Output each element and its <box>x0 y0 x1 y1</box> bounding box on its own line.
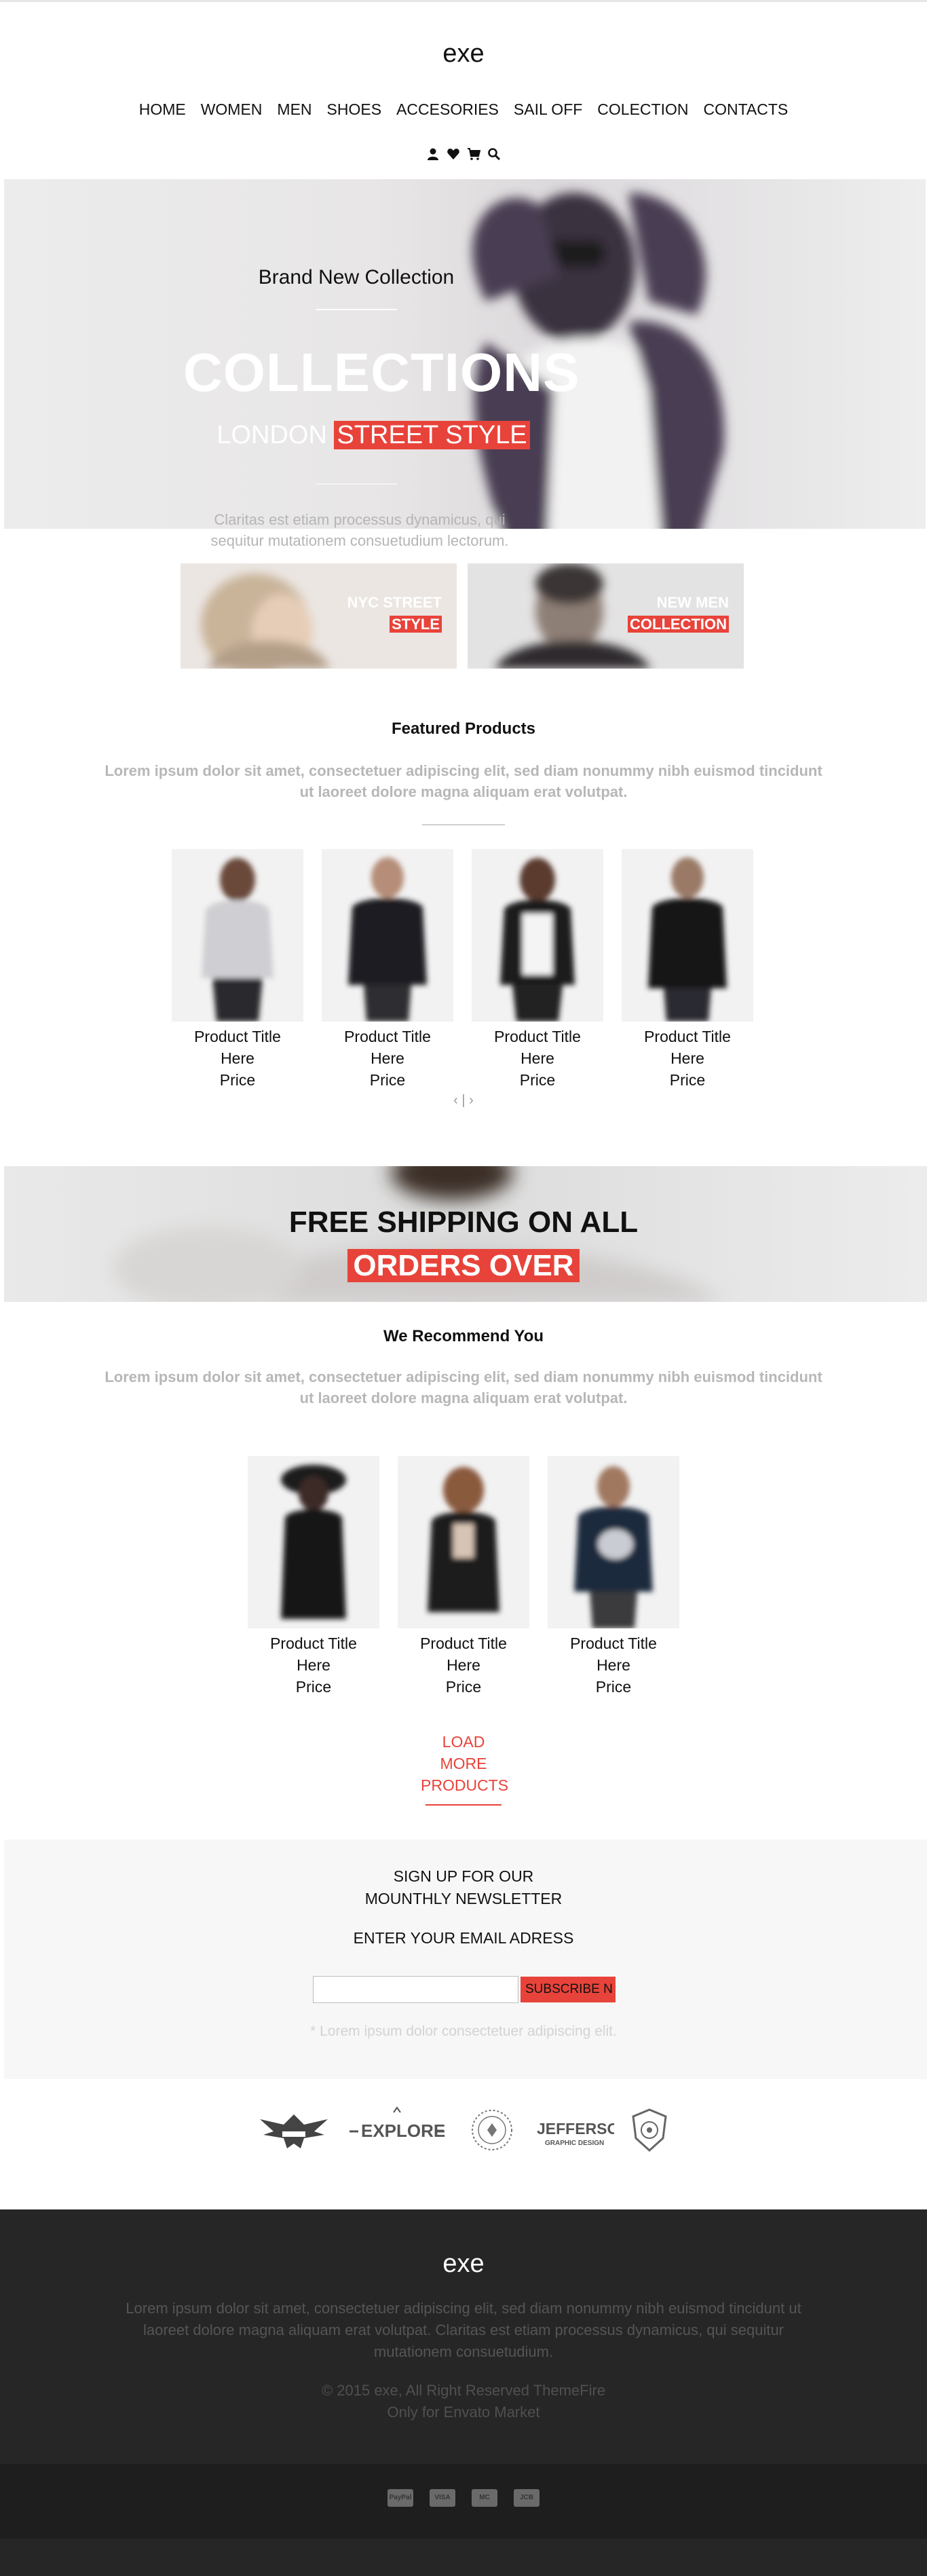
jcb-icon: JCB <box>514 2489 540 2507</box>
visa-icon: VISA <box>430 2489 455 2507</box>
product-card[interactable]: Product Title Here Price <box>322 849 453 1091</box>
promo-men-label: NEW MEN COLLECTION <box>628 592 729 635</box>
cart-icon[interactable] <box>467 147 480 161</box>
footer-copyright: © 2015 exe, All Right Reserved ThemeFire… <box>321 2382 606 2421</box>
product-title[interactable]: Product Title Here <box>322 1026 453 1069</box>
hero-tagline: LONDON STREET STYLE <box>183 421 563 450</box>
product-image[interactable] <box>622 849 753 1022</box>
shipping-line-2: ORDERS OVER <box>0 1249 927 1283</box>
product-price: Price <box>219 1071 256 1089</box>
product-title[interactable]: Product Title Here <box>622 1026 753 1069</box>
featured-pager[interactable]: ‹ | › <box>0 1093 927 1108</box>
newsletter-title: SIGN UP FOR OUR MOUNTHLY NEWSLETTER <box>364 1867 563 1907</box>
product-price: Price <box>519 1071 556 1089</box>
hero-title: COLLECTIONS <box>183 342 580 403</box>
product-image[interactable] <box>472 849 603 1022</box>
product-card[interactable]: Product Title Here Price <box>472 849 603 1091</box>
hero-divider-bottom <box>316 483 397 485</box>
svg-text:EXPLORE: EXPLORE <box>361 2121 445 2141</box>
featured-description: Lorem ipsum dolor sit amet, consectetuer… <box>105 762 822 800</box>
product-price: Price <box>445 1678 482 1696</box>
top-divider <box>0 0 927 2</box>
svg-text:JEFFERSON: JEFFERSON <box>537 2120 614 2138</box>
circle-badge-logo-icon <box>472 2110 512 2150</box>
product-card[interactable]: Product Title Here Price <box>622 849 753 1091</box>
product-card[interactable]: Product Title Here Price <box>248 1456 379 1698</box>
load-more-underline <box>425 1804 502 1806</box>
featured-title: Featured Products <box>391 720 536 738</box>
product-image[interactable] <box>172 849 303 1022</box>
footer-bottom-strip <box>0 2539 927 2576</box>
explore-logo: EXPLORE <box>349 2106 445 2141</box>
product-card[interactable]: Product Title Here Price <box>172 849 303 1091</box>
subscribe-button[interactable]: SUBSCRIBE N <box>521 1977 616 2002</box>
product-title[interactable]: Product Title Here <box>472 1026 603 1069</box>
paypal-icon: PayPal <box>387 2489 413 2507</box>
nav-contacts[interactable]: CONTACTS <box>703 100 788 119</box>
user-icon[interactable] <box>426 147 440 161</box>
product-title[interactable]: Product Title Here <box>548 1632 679 1676</box>
product-title[interactable]: Product Title Here <box>398 1632 529 1676</box>
svg-text:GRAPHIC DESIGN: GRAPHIC DESIGN <box>545 2140 604 2147</box>
nav-shoes[interactable]: SHOES <box>327 100 382 119</box>
product-image[interactable] <box>548 1456 679 1628</box>
promo-nyc-street[interactable]: NYC STREET STYLE <box>181 563 457 669</box>
recommend-title: We Recommend You <box>383 1327 544 1345</box>
nav-sail-off[interactable]: SAIL OFF <box>514 100 582 119</box>
brand-logos: EXPLORE JEFFERSON GRAPHIC DESIGN <box>0 2104 927 2155</box>
newsletter-email-label: ENTER YOUR EMAIL ADRESS <box>353 1929 574 1947</box>
product-title[interactable]: Product Title Here <box>172 1026 303 1069</box>
eagle-logo-icon <box>260 2114 328 2148</box>
site-logo[interactable]: exe <box>0 39 927 69</box>
mastercard-icon: MC <box>472 2489 497 2507</box>
product-price: Price <box>295 1678 332 1696</box>
nav-collection[interactable]: COLECTION <box>597 100 688 119</box>
main-nav: HOME WOMEN MEN SHOES ACCESORIES SAIL OFF… <box>0 100 927 119</box>
hero-subtitle: Brand New Collection <box>258 266 455 288</box>
featured-divider <box>422 824 505 825</box>
promo-nyc-label: NYC STREET STYLE <box>347 594 442 633</box>
heart-icon[interactable] <box>447 147 460 161</box>
header-icons <box>0 147 927 161</box>
nav-accessories[interactable]: ACCESORIES <box>396 100 499 119</box>
product-price: Price <box>595 1678 632 1696</box>
search-icon[interactable] <box>487 147 501 161</box>
product-title[interactable]: Product Title Here <box>248 1632 379 1676</box>
nav-men[interactable]: MEN <box>277 100 311 119</box>
hero-description: Claritas est etiam processus dynamicus, … <box>210 511 509 549</box>
shipping-line-1: FREE SHIPPING ON ALL <box>288 1206 639 1239</box>
promo-new-men[interactable]: NEW MEN COLLECTION <box>468 563 744 669</box>
jefferson-logo: JEFFERSON GRAPHIC DESIGN <box>537 2120 614 2147</box>
newsletter-email-input[interactable] <box>313 1976 518 2003</box>
product-image[interactable] <box>248 1456 379 1628</box>
product-price: Price <box>369 1071 406 1089</box>
hero-divider-top <box>316 309 397 310</box>
footer-logo[interactable]: exe <box>0 2250 927 2279</box>
product-price: Price <box>669 1071 706 1089</box>
shield-logo-icon <box>632 2108 667 2152</box>
footer-description: Lorem ipsum dolor sit amet, consectetuer… <box>126 2300 801 2360</box>
nav-home[interactable]: HOME <box>139 100 186 119</box>
product-card[interactable]: Product Title Here Price <box>398 1456 529 1698</box>
product-image[interactable] <box>398 1456 529 1628</box>
load-more-button[interactable]: LOAD MORE PRODUCTS <box>421 1731 508 1796</box>
product-image[interactable] <box>322 849 453 1022</box>
product-card[interactable]: Product Title Here Price <box>548 1456 679 1698</box>
payment-icons: PayPal VISA MC JCB <box>0 2489 927 2507</box>
recommend-description: Lorem ipsum dolor sit amet, consectetuer… <box>105 1368 822 1406</box>
newsletter-note: * Lorem ipsum dolor consectetuer adipisc… <box>310 2023 617 2039</box>
nav-women[interactable]: WOMEN <box>201 100 263 119</box>
hero-tag-highlight: STREET STYLE <box>334 421 530 449</box>
hero-tag-plain: LONDON <box>216 421 327 449</box>
